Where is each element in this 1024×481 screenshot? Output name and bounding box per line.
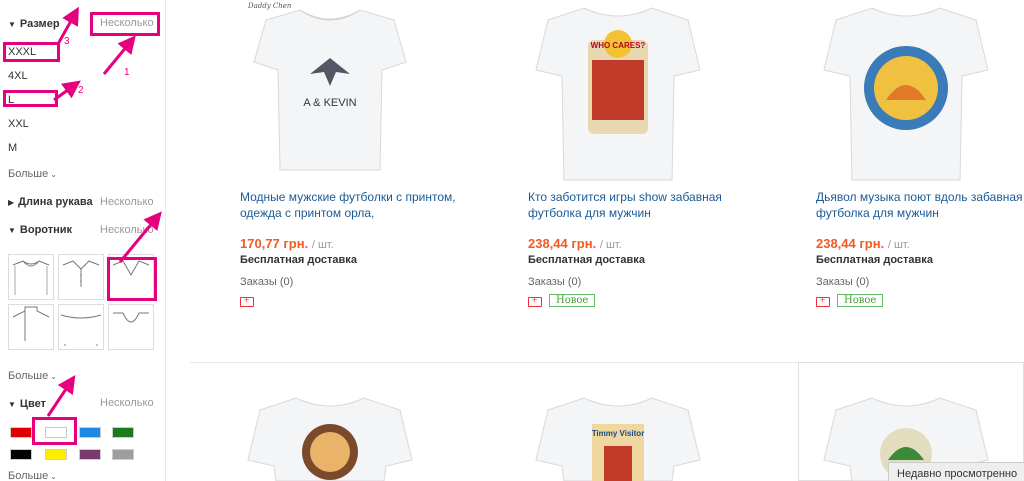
annotation-label-3: 3	[64, 36, 70, 47]
highlight-size-l	[3, 90, 58, 107]
collar-option-crew[interactable]	[8, 254, 54, 300]
size-filter-title: Размер	[19, 18, 60, 30]
size-option-m[interactable]: M	[8, 142, 17, 154]
collar-filter-title: Воротник	[19, 224, 73, 236]
collar-multi-select[interactable]: Несколько	[100, 224, 154, 236]
highlight-size-multi	[90, 12, 160, 36]
brand-watermark: Daddy Chen	[247, 2, 292, 10]
collar-more-link[interactable]: Больше ⌄	[8, 370, 57, 382]
product-image[interactable]	[816, 0, 996, 185]
chevron-down-icon: ⌄	[50, 170, 57, 179]
product-price: 238,44 грн. / шт.	[816, 236, 910, 251]
tshirt-eagle-image: Daddy Chen A & KEVIN	[247, 2, 407, 171]
product-image[interactable]: WHO CARES?	[528, 0, 708, 185]
collar-option-boat[interactable]	[58, 304, 104, 350]
color-filter-header[interactable]: ▼ Цвет	[8, 398, 46, 410]
product-image[interactable]	[240, 390, 420, 481]
product-price: 170,77 грн. / шт.	[240, 236, 334, 251]
color-more-label: Больше	[8, 470, 49, 481]
plus-badge-icon	[240, 295, 254, 307]
free-shipping: Бесплатная доставка	[240, 254, 357, 266]
price-unit: / шт.	[311, 239, 334, 251]
caret-down-icon: ▼	[8, 19, 16, 29]
color-multi-select[interactable]: Несколько	[100, 397, 154, 409]
free-shipping: Бесплатная доставка	[816, 254, 933, 266]
chevron-down-icon: ⌄	[50, 472, 57, 481]
size-option-4xl[interactable]: 4XL	[8, 70, 28, 82]
plus-badge-icon	[816, 295, 830, 307]
color-swatch[interactable]	[10, 427, 32, 438]
price-unit: / шт.	[887, 239, 910, 251]
tshirt-timmy-visitor-image: Timmy Visitor	[535, 397, 701, 481]
highlight-color-white	[32, 417, 77, 445]
price-value: 238,44 грн.	[528, 236, 597, 251]
sleeve-multi-select[interactable]: Несколько	[100, 196, 154, 208]
orders-count: Заказы (0)	[816, 276, 870, 288]
new-badge: Новое	[549, 294, 596, 307]
product-title[interactable]: Дьявол музыка поют вдоль забавная футбол…	[816, 189, 1024, 221]
orders-count: Заказы (0)	[240, 276, 294, 288]
size-more-label: Больше	[8, 168, 49, 180]
color-swatch[interactable]	[10, 449, 32, 460]
sleeve-filter-title: Длина рукава	[18, 196, 93, 208]
collar-option-scoop[interactable]	[108, 304, 154, 350]
filter-sidebar: ▼ Размер Несколько XXXL 4XL L XXL M Боль…	[0, 0, 166, 481]
scoop-neck-icon	[113, 312, 149, 323]
shirt-print-text: A & KEVIN	[303, 97, 356, 109]
product-price: 238,44 грн. / шт.	[528, 236, 622, 251]
caret-down-icon: ▼	[8, 399, 16, 409]
boat-neck-icon	[60, 314, 102, 346]
tshirt-guitar-image	[247, 397, 413, 481]
caret-down-icon: ▼	[8, 225, 16, 235]
highlight-size-xxxl	[3, 42, 60, 62]
annotation-label-1: 1	[124, 67, 130, 78]
crew-neck-icon	[12, 260, 50, 295]
collar-option-turtleneck[interactable]	[8, 304, 54, 350]
color-more-link[interactable]: Больше ⌄	[8, 470, 57, 481]
new-badge: Новое	[837, 294, 884, 307]
free-shipping: Бесплатная доставка	[528, 254, 645, 266]
price-unit: / шт.	[599, 239, 622, 251]
color-swatch[interactable]	[79, 427, 101, 438]
polo-collar-icon	[62, 260, 100, 287]
product-image[interactable]: Daddy Chen A & KEVIN	[240, 0, 420, 185]
turtleneck-icon	[12, 306, 50, 341]
product-title[interactable]: Кто заботится игры show забавная футболк…	[528, 189, 758, 221]
collar-filter-header[interactable]: ▼ Воротник	[8, 224, 72, 236]
size-option-xxl[interactable]: XXL	[8, 118, 29, 130]
color-swatch[interactable]	[112, 449, 134, 460]
highlight-collar-v-neck	[107, 257, 157, 301]
shirt-print-text: Timmy Visitor	[592, 429, 645, 438]
plus-badge-icon	[528, 295, 542, 307]
color-filter-title: Цвет	[19, 398, 46, 410]
size-more-link[interactable]: Больше ⌄	[8, 168, 57, 180]
shirt-print-text: WHO CARES?	[591, 41, 646, 50]
page: ▼ Размер Несколько XXXL 4XL L XXL M Боль…	[0, 0, 1024, 481]
price-value: 238,44 грн.	[816, 236, 885, 251]
tshirt-who-cares-image: WHO CARES?	[535, 7, 701, 181]
collar-option-polo[interactable]	[58, 254, 104, 300]
annotation-label-2: 2	[78, 85, 84, 96]
orders-count: Заказы (0)	[528, 276, 582, 288]
product-title[interactable]: Модные мужские футболки с принтом, одежд…	[240, 189, 470, 221]
chevron-down-icon: ⌄	[50, 372, 57, 381]
product-image[interactable]: Timmy Visitor	[528, 390, 708, 481]
color-swatch[interactable]	[45, 449, 67, 460]
price-value: 170,77 грн.	[240, 236, 309, 251]
arrow-color	[46, 375, 76, 417]
size-filter-header[interactable]: ▼ Размер	[8, 18, 60, 30]
recently-viewed-bar[interactable]: Недавно просмотренно	[888, 462, 1024, 481]
tshirt-devil-music-image	[823, 7, 989, 181]
color-swatch[interactable]	[79, 449, 101, 460]
sleeve-filter-header[interactable]: ▶ Длина рукава	[8, 196, 93, 208]
caret-right-icon: ▶	[8, 197, 15, 207]
color-swatch[interactable]	[112, 427, 134, 438]
collar-more-label: Больше	[8, 370, 49, 382]
